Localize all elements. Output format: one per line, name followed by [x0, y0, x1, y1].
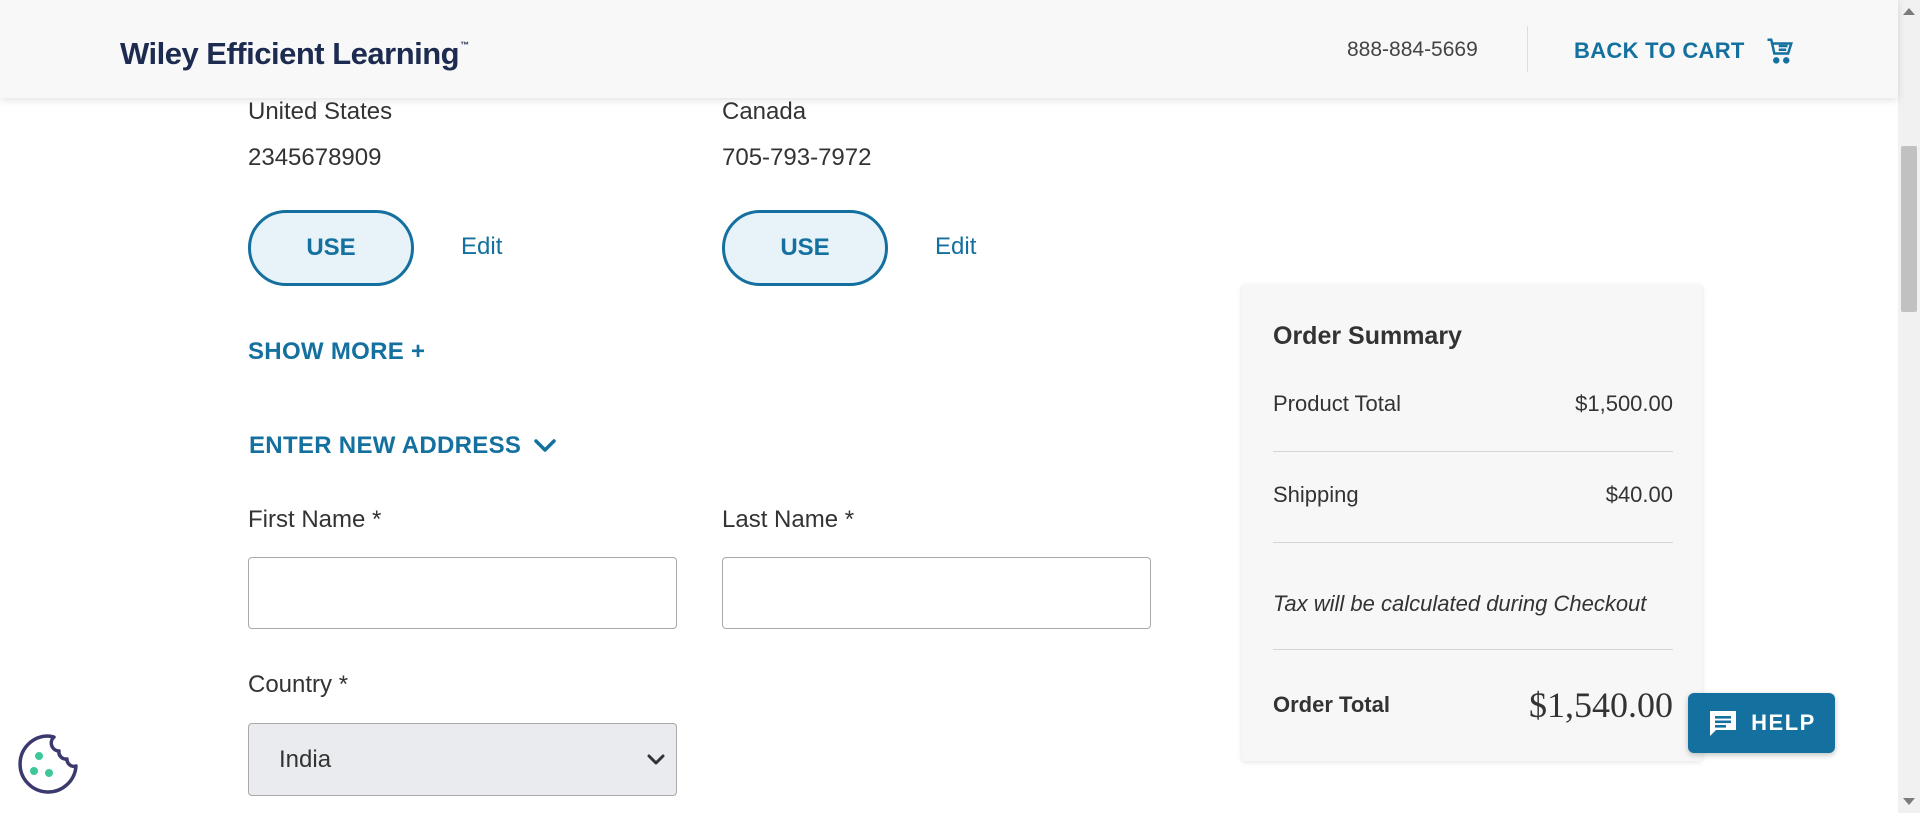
country-label: Country * — [248, 671, 349, 698]
order-total-label: Order Total — [1273, 692, 1390, 717]
shipping-value: $40.00 — [1605, 482, 1673, 507]
order-total-value: $1,540.00 — [1529, 685, 1673, 725]
header-phone[interactable]: 888-884-5669 — [1347, 38, 1478, 62]
use-address-1-button[interactable]: USE — [248, 210, 414, 286]
page-scrollbar[interactable] — [1898, 0, 1920, 813]
address-2-country: Canada — [722, 98, 807, 125]
last-name-label: Last Name * — [722, 506, 855, 533]
order-summary-panel: Order Summary Product Total $1,500.00 Sh… — [1242, 285, 1702, 761]
scroll-down-arrow[interactable] — [1903, 798, 1915, 805]
show-more-link[interactable]: SHOW MORE + — [248, 338, 425, 366]
use-address-2-button[interactable]: USE — [722, 210, 888, 286]
address-2-phone: 705-793-7972 — [722, 144, 872, 171]
summary-divider — [1273, 542, 1673, 543]
order-summary-title: Order Summary — [1273, 322, 1462, 350]
summary-divider — [1273, 451, 1673, 452]
product-total-label: Product Total — [1273, 391, 1402, 416]
header-divider — [1527, 26, 1528, 72]
site-header: Wiley Efficient Learning™ 888-884-5669 B… — [0, 0, 1898, 98]
chevron-down-icon — [647, 754, 665, 764]
edit-address-1-link[interactable]: Edit — [461, 233, 502, 261]
chat-icon — [1710, 711, 1737, 736]
address-1-country: United States — [248, 98, 393, 125]
order-total-row: Order Total $1,540.00 — [1273, 684, 1673, 726]
edit-address-2-link[interactable]: Edit — [935, 233, 976, 261]
product-total-row: Product Total $1,500.00 — [1273, 391, 1673, 417]
shipping-label: Shipping — [1273, 482, 1359, 507]
cart-icon — [1767, 38, 1793, 64]
help-label: HELP — [1751, 710, 1816, 735]
enter-new-address-toggle[interactable]: ENTER NEW ADDRESS — [249, 432, 557, 460]
scroll-up-arrow[interactable] — [1903, 8, 1915, 15]
enter-new-address-label: ENTER NEW ADDRESS — [249, 432, 522, 459]
last-name-input[interactable] — [722, 557, 1151, 629]
logo[interactable]: Wiley Efficient Learning™ — [120, 36, 469, 72]
back-to-cart-link[interactable]: BACK TO CART — [1574, 36, 1795, 66]
summary-divider — [1273, 649, 1673, 650]
first-name-label: First Name * — [248, 506, 382, 533]
scroll-thumb[interactable] — [1901, 146, 1917, 312]
cookie-icon[interactable] — [16, 732, 80, 796]
country-select[interactable]: India — [248, 723, 677, 796]
logo-trademark: ™ — [460, 40, 469, 50]
back-to-cart-label: BACK TO CART — [1574, 38, 1745, 63]
country-selected-value: India — [279, 745, 332, 773]
help-button[interactable]: HELP — [1688, 693, 1835, 753]
address-1-phone: 2345678909 — [248, 144, 382, 171]
logo-text: Wiley Efficient Learning — [120, 36, 460, 71]
product-total-value: $1,500.00 — [1575, 391, 1673, 416]
chevron-down-icon — [534, 439, 556, 452]
first-name-input[interactable] — [248, 557, 677, 629]
tax-note: Tax will be calculated during Checkout — [1273, 591, 1647, 616]
shipping-row: Shipping $40.00 — [1273, 482, 1673, 508]
